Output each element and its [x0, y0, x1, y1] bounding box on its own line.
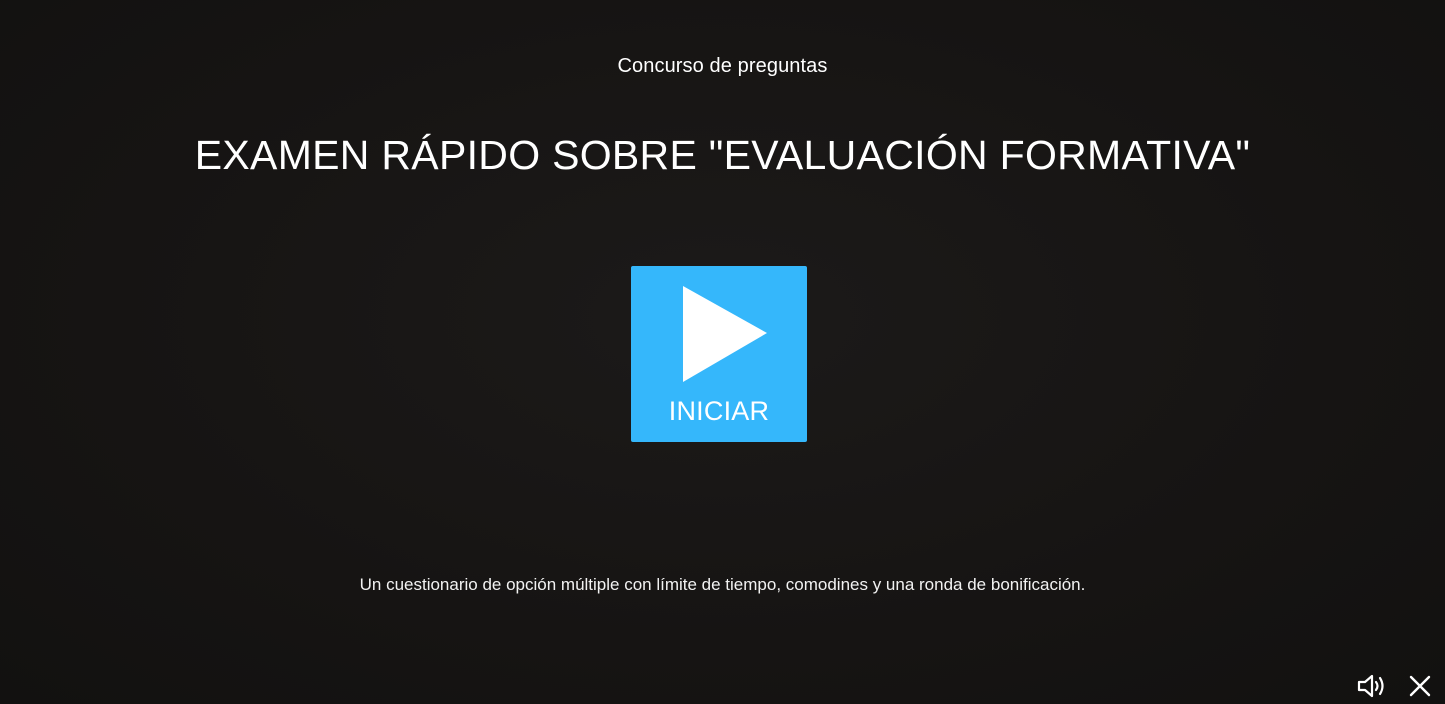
start-button[interactable]: INICIAR	[631, 266, 807, 442]
sound-toggle-button[interactable]	[1357, 671, 1387, 701]
quiz-type-label: Concurso de preguntas	[617, 55, 828, 77]
quiz-title: EXAMEN RÁPIDO SOBRE "EVALUACIÓN FORMATIV…	[194, 132, 1251, 178]
start-button-label: INICIAR	[668, 396, 770, 426]
volume-icon	[1357, 674, 1384, 698]
quiz-description: Un cuestionario de opción múltiple con l…	[359, 575, 1086, 594]
play-icon	[683, 286, 767, 382]
close-button[interactable]	[1405, 671, 1435, 701]
bottom-controls	[1357, 670, 1435, 702]
close-icon	[1409, 675, 1431, 697]
